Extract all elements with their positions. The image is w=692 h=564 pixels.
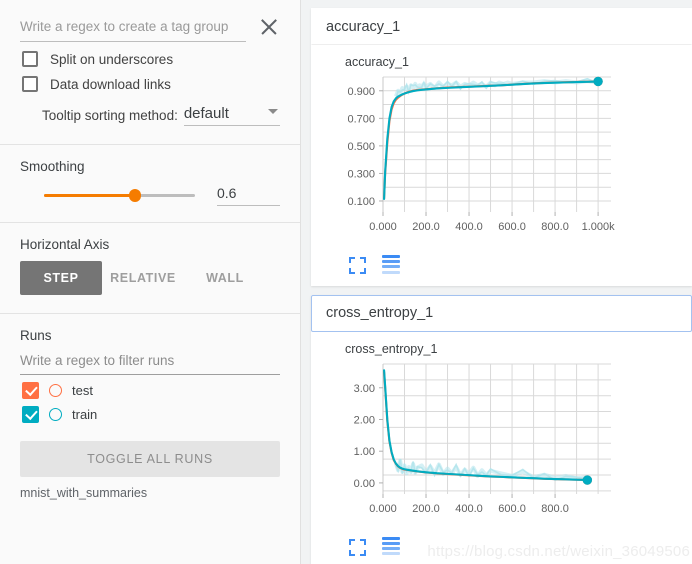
svg-text:0.000: 0.000 [369, 221, 397, 233]
runs-title: Runs [20, 328, 52, 343]
smoothing-row: 0.6 [0, 174, 300, 222]
run-log-directory: mnist_with_summaries [20, 486, 148, 500]
svg-text:400.0: 400.0 [455, 221, 483, 233]
svg-text:800.0: 800.0 [541, 221, 569, 233]
chart-card-accuracy: accuracy_1 accuracy_1 0.100 0.300 0.500 0.7… [311, 8, 692, 286]
checkbox-box[interactable] [22, 51, 38, 67]
axis-button-wall[interactable]: WALL [184, 261, 266, 295]
tooltip-sorting-value: default [183, 105, 229, 122]
chart-card-body-accuracy: accuracy_1 0.100 0.300 0.500 0.700 0.900 0.00… [311, 45, 692, 286]
chart-toolbar-accuracy [311, 251, 692, 282]
tensorboard-app: Split on underscores Data download links… [0, 0, 692, 564]
svg-text:0.300: 0.300 [347, 168, 375, 180]
checkbox-split-on-underscores[interactable]: Split on underscores [0, 42, 300, 67]
svg-text:1.000k: 1.000k [582, 221, 616, 233]
tag-group-regex-input[interactable] [20, 18, 246, 42]
run-item-test[interactable]: test [0, 375, 300, 399]
svg-text:0.00: 0.00 [354, 478, 375, 490]
checkbox-label: Split on underscores [50, 51, 174, 67]
chart-card-header-cross-entropy[interactable]: cross_entropy_1 [311, 294, 692, 332]
close-icon[interactable] [256, 14, 282, 40]
svg-text:0.500: 0.500 [347, 141, 375, 153]
tooltip-sorting-row: Tooltip sorting method: default [0, 92, 300, 126]
smoothing-slider[interactable] [44, 184, 195, 206]
data-table-icon[interactable] [382, 536, 400, 558]
run-item-train[interactable]: train [0, 399, 300, 423]
run-label: test [72, 383, 93, 398]
runs-filter-row [0, 343, 300, 375]
svg-text:400.0: 400.0 [455, 503, 483, 515]
svg-text:1.00: 1.00 [354, 446, 375, 458]
run-checkbox[interactable] [22, 382, 39, 399]
tag-group-regex-row [0, 0, 300, 42]
horizontal-axis-title: Horizontal Axis [20, 237, 110, 252]
svg-text:3.00: 3.00 [354, 383, 375, 395]
svg-text:200.0: 200.0 [412, 221, 440, 233]
toggle-all-runs-button[interactable]: TOGGLE ALL RUNS [20, 441, 280, 477]
checkbox-data-download-links[interactable]: Data download links [0, 67, 300, 92]
svg-text:0.900: 0.900 [347, 86, 375, 98]
smoothing-title: Smoothing [20, 159, 85, 174]
svg-text:0.000: 0.000 [369, 503, 397, 515]
slider-knob[interactable] [128, 189, 142, 202]
svg-text:600.0: 600.0 [498, 221, 526, 233]
svg-text:0.100: 0.100 [347, 196, 375, 208]
run-color-dot [49, 408, 62, 421]
chart-title-accuracy: accuracy_1 [345, 55, 409, 69]
charts-panel: accuracy_1 accuracy_1 0.100 0.300 0.500 0.7… [301, 0, 692, 564]
svg-text:200.0: 200.0 [412, 503, 440, 515]
chart-toolbar-cross-entropy [311, 533, 692, 564]
data-table-icon[interactable] [382, 255, 400, 276]
plot-accuracy[interactable]: 0.100 0.300 0.500 0.700 0.900 0.000 200.0 400.0… [311, 71, 692, 251]
run-label: train [72, 407, 98, 422]
axis-button-step[interactable]: STEP [20, 261, 102, 295]
plot-cross-entropy[interactable]: 0.00 1.00 2.00 3.00 0.000 200.0 400.0 600.0 800.… [311, 358, 692, 533]
checkbox-label: Data download links [50, 76, 171, 92]
expand-icon[interactable] [349, 538, 366, 556]
checkbox-box[interactable] [22, 76, 38, 92]
run-checkbox[interactable] [22, 406, 39, 423]
slider-fill [44, 194, 135, 197]
run-color-dot [49, 384, 62, 397]
tooltip-sorting-label: Tooltip sorting method: [42, 108, 178, 123]
smoothing-value-input[interactable]: 0.6 [217, 185, 280, 206]
chevron-down-icon [268, 109, 278, 114]
svg-text:800.0: 800.0 [541, 503, 569, 515]
runs-filter-input[interactable] [20, 353, 280, 375]
tooltip-sorting-select[interactable]: default [183, 105, 280, 126]
chart-card-cross-entropy: cross_entropy_1 cross_entropy_1 0.00 1.00… [311, 294, 692, 564]
svg-text:0.700: 0.700 [347, 113, 375, 125]
svg-text:600.0: 600.0 [498, 503, 526, 515]
svg-text:2.00: 2.00 [354, 414, 375, 426]
axis-button-relative[interactable]: RELATIVE [102, 261, 184, 295]
chart-title-cross-entropy: cross_entropy_1 [345, 341, 438, 356]
chart-card-header-accuracy[interactable]: accuracy_1 [311, 8, 692, 45]
sidebar: Split on underscores Data download links… [0, 0, 301, 564]
horizontal-axis-buttons: STEP RELATIVE WALL [0, 252, 300, 313]
expand-icon[interactable] [349, 256, 366, 274]
chart-card-body-cross-entropy: cross_entropy_1 0.00 1.00 2.00 3.00 0.000 200… [311, 332, 692, 564]
